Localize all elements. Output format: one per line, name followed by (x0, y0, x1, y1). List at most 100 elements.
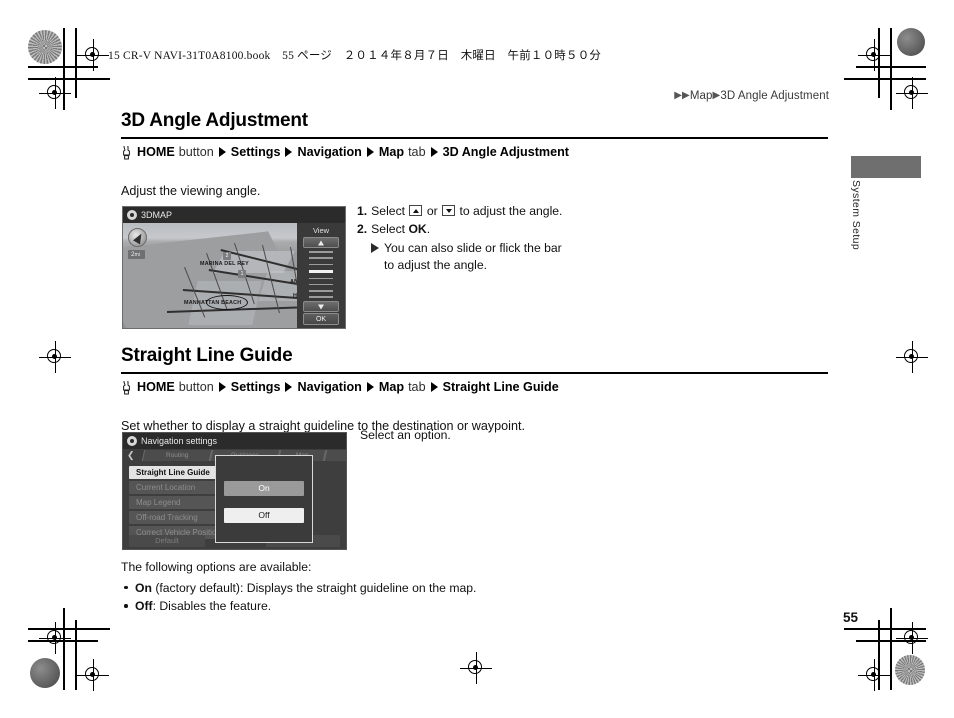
crop-line (28, 78, 110, 80)
breadcrumb-map[interactable]: Map (379, 145, 404, 160)
map-poi-marker[interactable]: 2 (223, 252, 231, 260)
angle-slider[interactable] (309, 251, 333, 298)
option-popup-dialog: On Off (215, 455, 313, 543)
angle-up-button[interactable] (303, 237, 339, 248)
triangle-down-icon[interactable] (442, 205, 456, 216)
compass-icon[interactable] (128, 228, 147, 247)
popup-off-button[interactable]: Off (224, 508, 304, 523)
triangle-down-icon (318, 304, 324, 309)
breadcrumb-navigation[interactable]: Navigation (297, 380, 361, 395)
breadcrumb-home[interactable]: HOME (137, 380, 175, 395)
map-label: MARINA DEL REY (200, 261, 249, 267)
chevron-right-icon (430, 382, 438, 393)
crop-line (890, 608, 892, 690)
option-desc: : Disables the feature. (152, 599, 272, 614)
step2-ok-label[interactable]: OK (408, 222, 426, 236)
step-item: 2. Select OK. (357, 221, 567, 238)
title-rule (121, 372, 828, 374)
registration-mark (896, 341, 928, 373)
crop-line (75, 28, 77, 98)
step1-post: to adjust the angle. (459, 204, 563, 218)
triangle-up-icon (318, 240, 324, 245)
gear-icon (127, 210, 137, 220)
registration-mark (39, 622, 71, 654)
breadcrumb-target[interactable]: Straight Line Guide (443, 380, 559, 395)
map-highlight-ellipse (206, 295, 248, 310)
chevron-right-icon (218, 382, 226, 393)
map-poi-marker[interactable]: 1 (238, 270, 246, 278)
breadcrumb-settings[interactable]: Settings (231, 145, 281, 160)
running-head-current: 3D Angle Adjustment (720, 90, 829, 102)
step2-pre: Select (371, 222, 406, 237)
view-panel-label: View (312, 226, 330, 235)
options-list: On (factory default): Displays the strai… (121, 579, 721, 616)
breadcrumb-map-suffix: tab (408, 379, 426, 394)
running-head-parent: Map (689, 90, 713, 102)
slider-thumb[interactable] (309, 269, 333, 273)
breadcrumb-3d-angle: HOME button Settings Navigation Map tab … (121, 145, 831, 160)
step-item: 1. Select or to adjust the angle. (357, 203, 567, 220)
color-bar-dot (28, 30, 62, 64)
tab-routing[interactable]: Routing (141, 450, 213, 461)
breadcrumb-target[interactable]: 3D Angle Adjustment (443, 145, 569, 160)
list-item: On (factory default): Displays the strai… (121, 579, 721, 598)
step-text: Select OK. (371, 221, 430, 238)
running-head: ▶▶Map▶3D Angle Adjustment (674, 90, 829, 102)
breadcrumb-straight-line: HOME button Settings Navigation Map tab … (121, 380, 831, 395)
breadcrumb-map[interactable]: Map (379, 380, 404, 395)
gear-icon (127, 436, 137, 446)
slider-tick (309, 296, 333, 298)
page-title-3d-angle: 3D Angle Adjustment (121, 110, 308, 131)
chevron-left-icon[interactable]: ❮ (127, 451, 135, 460)
slider-tick (309, 263, 333, 266)
list-item: Off: Disables the feature. (121, 597, 721, 616)
shot-titlebar: Navigation settings (123, 433, 346, 449)
color-bar-dot (30, 658, 60, 688)
crop-line (75, 620, 77, 690)
option-label-off: Off (135, 599, 153, 614)
map-ok-button[interactable]: OK (303, 313, 339, 325)
chevron-right-icon (366, 382, 374, 393)
breadcrumb-home[interactable]: HOME (137, 145, 175, 160)
tab-extra[interactable] (323, 450, 346, 461)
breadcrumb-home-suffix: button (178, 144, 214, 159)
screenshot-navigation-settings: Navigation settings ❮ Routing Guidance M… (122, 432, 347, 550)
slider-tick (309, 251, 333, 253)
side-tab-label: System Setup (850, 180, 862, 251)
intro-3d-angle: Adjust the viewing angle. (121, 183, 261, 198)
view-angle-panel: View OK (297, 223, 345, 328)
section-straight-line-guide: Straight Line Guide HOME button Settings… (121, 345, 831, 435)
running-head-arrows: ▶▶ (674, 90, 690, 101)
print-header-meta: 15 CR-V NAVI-31T0A8100.book 55 ページ ２０１４年… (108, 50, 602, 62)
title-rule (121, 137, 828, 139)
slider-tick (309, 277, 333, 280)
popup-on-button[interactable]: On (224, 481, 304, 496)
registration-mark (858, 659, 890, 691)
option-label-on: On (135, 580, 152, 595)
breadcrumb-settings[interactable]: Settings (231, 380, 281, 395)
breadcrumb-home-suffix: button (178, 379, 214, 394)
options-lead: The following options are available: (121, 560, 312, 574)
step1-mid: or (426, 204, 438, 218)
shot-title: 3DMAP (141, 210, 173, 220)
slider-tick (309, 257, 333, 259)
crop-line (890, 28, 892, 110)
step-note: You can also slide or flick the bar to a… (371, 240, 567, 275)
settings-default-button[interactable]: Default (129, 535, 205, 547)
tab-label: Routing (165, 452, 189, 459)
chevron-right-icon (285, 147, 293, 158)
breadcrumb-navigation[interactable]: Navigation (297, 145, 361, 160)
map-canvas[interactable]: 2mi 2 1 MARINA DEL REY MANHATTAN BEACH A… (123, 223, 345, 328)
map-scale-chip: 2mi (128, 250, 145, 259)
map-scale-unit: mi (134, 252, 140, 258)
step-number: 1. (357, 204, 368, 218)
hand-press-icon (121, 144, 132, 160)
registration-mark (896, 77, 928, 109)
step-note-text: You can also slide or flick the bar to a… (384, 240, 562, 272)
angle-down-button[interactable] (303, 301, 339, 312)
hand-press-icon (121, 379, 132, 395)
step-number: 2. (357, 222, 368, 237)
slider-tick (309, 290, 333, 292)
color-bar-dot (897, 28, 925, 56)
triangle-up-icon[interactable] (409, 205, 423, 216)
